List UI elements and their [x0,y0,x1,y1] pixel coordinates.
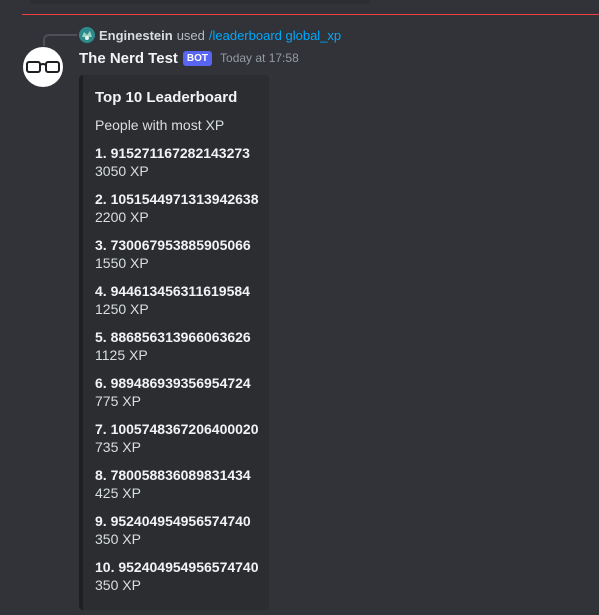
message-header: The Nerd Test BOT Today at 17:58 [79,47,299,69]
user-avatar-icon[interactable] [79,27,95,43]
author-name[interactable]: The Nerd Test [79,50,178,67]
embed-field: 8. 780058836089831434 425 XP [95,466,257,502]
field-name: 9. 952404954956574740 [95,513,251,529]
slash-command-link[interactable]: /leaderboard global_xp [209,28,341,43]
embed-field: 7. 1005748367206400020 735 XP [95,420,259,456]
embed-field: 4. 944613456311619584 1250 XP [95,282,257,318]
glasses-icon [26,61,60,73]
interaction-reference[interactable]: Enginestein used /leaderboard global_xp [79,26,341,44]
message-timestamp: Today at 17:58 [220,51,299,65]
field-name: 1. 915271167282143273 [95,145,250,161]
field-value: 1125 XP [95,347,148,363]
field-name: 7. 1005748367206400020 [95,421,259,437]
field-name: 4. 944613456311619584 [95,283,250,299]
interaction-verb: used [176,27,205,43]
reply-spine [43,34,77,46]
embed-field: 6. 989486939356954724 775 XP [95,374,257,410]
previous-message-edge [30,0,370,4]
field-name: 2. 1051544971313942638 [95,191,259,207]
field-value: 775 XP [95,393,141,409]
embed-field: 3. 730067953885905066 1550 XP [95,236,257,272]
field-value: 425 XP [95,485,141,501]
field-value: 350 XP [95,531,141,547]
new-messages-divider [22,14,599,15]
embed-description: People with most XP [95,117,225,133]
field-value: 2200 XP [95,209,149,225]
leaderboard-embed: Top 10 Leaderboard People with most XP 1… [79,75,269,610]
field-value: 1250 XP [95,301,149,317]
interaction-username[interactable]: Enginestein [99,28,173,43]
field-name: 10. 952404954956574740 [95,559,259,575]
embed-field: 2. 1051544971313942638 2200 XP [95,190,259,226]
field-value: 350 XP [95,577,141,593]
bot-avatar[interactable] [23,47,63,87]
embed-title: Top 10 Leaderboard [95,89,238,106]
embed-field: 10. 952404954956574740 350 XP [95,558,259,594]
field-value: 1550 XP [95,255,149,271]
field-name: 5. 886856313966063626 [95,329,251,345]
embed-field: 9. 952404954956574740 350 XP [95,512,257,548]
field-value: 735 XP [95,439,141,455]
field-name: 3. 730067953885905066 [95,237,251,253]
field-name: 8. 780058836089831434 [95,467,251,483]
field-name: 6. 989486939356954724 [95,375,251,391]
field-value: 3050 XP [95,163,149,179]
embed-field: 1. 915271167282143273 3050 XP [95,144,257,180]
bot-badge: BOT [182,50,213,66]
embed-field: 5. 886856313966063626 1125 XP [95,328,257,364]
